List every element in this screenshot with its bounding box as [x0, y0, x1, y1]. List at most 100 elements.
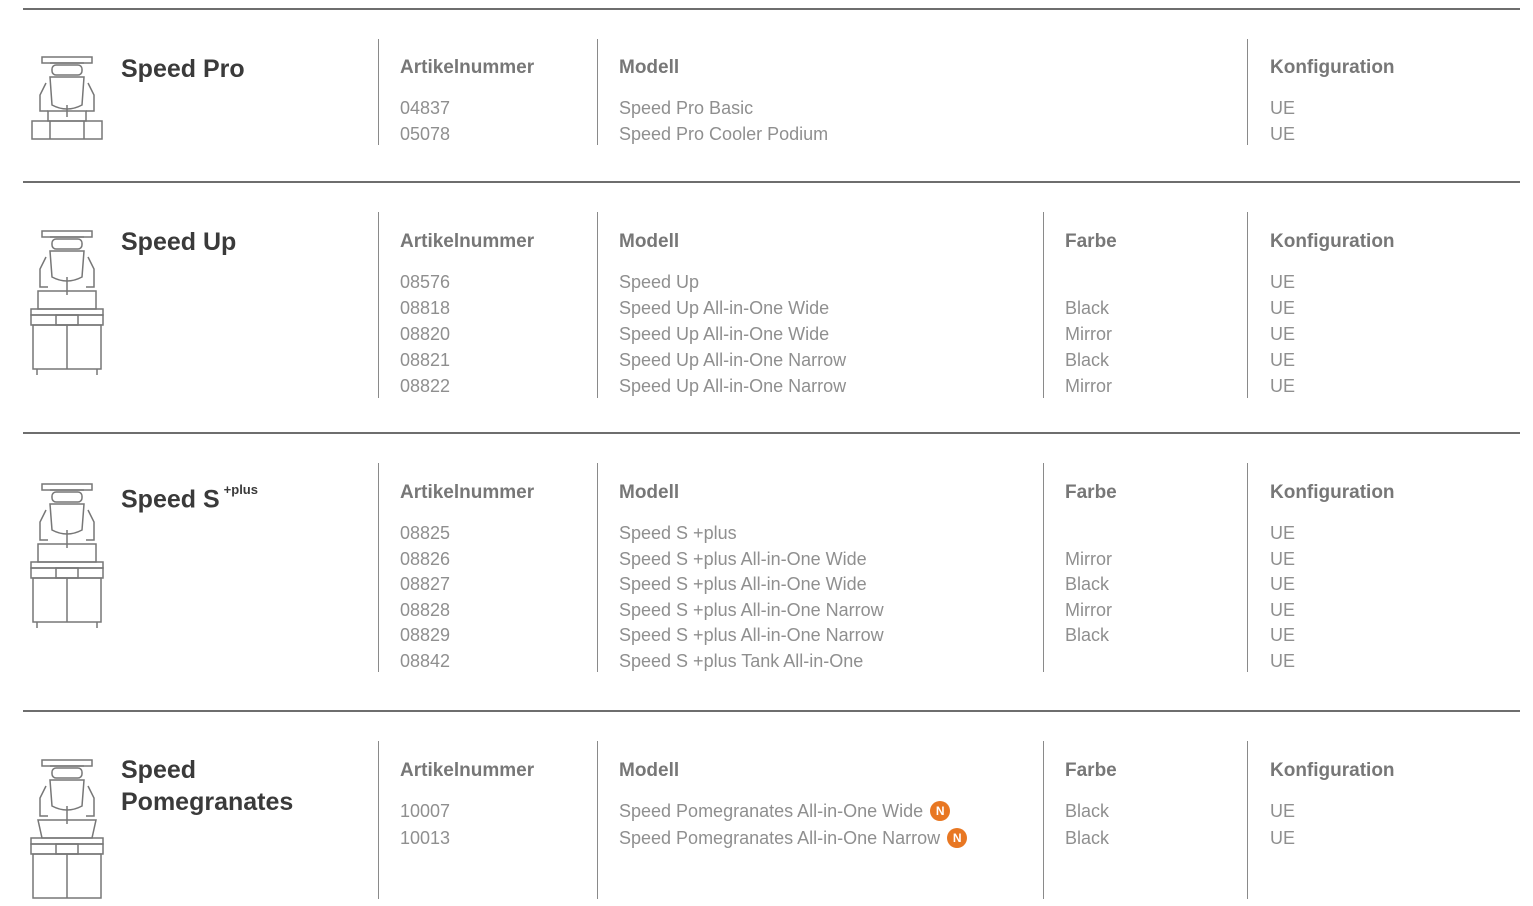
cell-modell: Speed Up All-in-One Wide — [619, 298, 830, 318]
cell-konfiguration: UE — [1270, 124, 1296, 144]
col-modell: Modell Speed S +plus Speed S +plus All-i… — [619, 482, 884, 673]
cell-konfiguration: UE — [1270, 376, 1296, 396]
section-title-line1: Speed — [121, 756, 197, 784]
cell-konfiguration: UE — [1270, 324, 1296, 344]
cell-farbe: Mirror — [1065, 548, 1112, 569]
cell-modell: Speed Pro Basic — [619, 98, 754, 118]
section-divider — [23, 710, 1520, 712]
header-artikelnummer: Artikelnummer — [400, 760, 535, 781]
col-farbe: Farbe Black Black — [1065, 760, 1117, 852]
header-artikelnummer: Artikelnummer — [400, 482, 535, 503]
column-divider — [597, 39, 598, 145]
section-title: Speed Up — [121, 228, 237, 256]
column-divider — [1043, 212, 1044, 398]
col-konfiguration: Konfiguration UE UE — [1270, 760, 1395, 852]
column-divider — [597, 463, 598, 672]
cell-farbe: Black — [1065, 574, 1110, 594]
cell-farbe — [1065, 269, 1117, 295]
table-row: Speed Pomegranates All-in-One Narrow N — [619, 825, 968, 852]
cell-modell: Speed S +plus All-in-One Wide — [619, 574, 867, 594]
cell-konfiguration: UE — [1270, 548, 1296, 569]
cell-artikelnummer: 08842 — [400, 650, 451, 671]
column-divider — [597, 212, 598, 398]
header-konfiguration: Konfiguration — [1270, 231, 1395, 252]
juicer-cabinet-icon — [28, 229, 106, 377]
cell-artikelnummer: 05078 — [400, 124, 451, 144]
cell-farbe: Black — [1065, 625, 1110, 645]
col-farbe: Farbe Mirror Black Mirror Black — [1065, 482, 1117, 673]
header-konfiguration: Konfiguration — [1270, 57, 1395, 78]
column-divider — [597, 741, 598, 899]
col-artikelnummer: Artikelnummer 08825 08826 08827 08828 08… — [400, 482, 534, 673]
header-farbe: Farbe — [1065, 760, 1117, 781]
cell-modell: Speed Up All-in-One Wide — [619, 324, 830, 344]
col-konfiguration: Konfiguration UE UE UE UE UE UE — [1270, 482, 1395, 673]
cell-modell: Speed S +plus All-in-One Wide — [619, 548, 867, 569]
cell-modell: Speed S +plus All-in-One Narrow — [619, 625, 884, 645]
section-speed-pro: Speed Pro Artikelnummer 04837 05078 Mode… — [0, 8, 1533, 178]
cell-modell: Speed Up All-in-One Narrow — [619, 350, 847, 370]
col-modell: Modell Speed Pro Basic Speed Pro Cooler … — [619, 57, 828, 147]
cell-konfiguration: UE — [1270, 98, 1296, 118]
cell-farbe: Mirror — [1065, 324, 1112, 344]
section-speed-up: Speed Up Artikelnummer 08576 08818 08820… — [0, 181, 1533, 431]
col-artikelnummer: Artikelnummer 08576 08818 08820 08821 08… — [400, 231, 534, 399]
col-artikelnummer: Artikelnummer 10007 10013 — [400, 760, 534, 852]
header-farbe: Farbe — [1065, 231, 1117, 252]
cell-farbe: Black — [1065, 350, 1110, 370]
cell-artikelnummer: 08820 — [400, 324, 451, 344]
juicer-countertop-icon — [28, 55, 106, 145]
header-konfiguration: Konfiguration — [1270, 760, 1395, 781]
cell-farbe: Mirror — [1065, 599, 1112, 620]
table-row: Speed Pomegranates All-in-One Wide N — [619, 798, 967, 825]
col-artikelnummer: Artikelnummer 04837 05078 — [400, 57, 534, 147]
cell-konfiguration: UE — [1270, 298, 1296, 318]
cell-artikelnummer: 08818 — [400, 298, 451, 318]
col-modell: Modell Speed Pomegranates All-in-One Wid… — [619, 760, 968, 852]
cell-modell: Speed Pomegranates All-in-One Narrow — [619, 828, 941, 848]
cell-artikelnummer: 08825 — [400, 523, 451, 543]
cell-konfiguration: UE — [1270, 828, 1296, 848]
section-title-superscript: +plus — [223, 482, 258, 497]
column-divider — [378, 39, 379, 145]
cell-konfiguration: UE — [1270, 650, 1296, 671]
cell-artikelnummer: 04837 — [400, 98, 451, 118]
col-konfiguration: Konfiguration UE UE — [1270, 57, 1395, 147]
header-farbe: Farbe — [1065, 482, 1117, 503]
cell-artikelnummer: 08827 — [400, 574, 451, 594]
cell-artikelnummer: 10013 — [400, 828, 451, 848]
section-title: Speed Pomegranates — [121, 754, 293, 818]
cell-konfiguration: UE — [1270, 272, 1296, 292]
cell-artikelnummer: 10007 — [400, 801, 451, 821]
col-farbe: Farbe Black Mirror Black Mirror — [1065, 231, 1117, 399]
juicer-cabinet-icon — [28, 482, 106, 630]
col-modell: Modell Speed Up Speed Up All-in-One Wide… — [619, 231, 846, 399]
col-konfiguration: Konfiguration UE UE UE UE UE — [1270, 231, 1395, 399]
section-divider — [23, 432, 1520, 434]
header-modell: Modell — [619, 482, 680, 503]
cell-artikelnummer: 08822 — [400, 376, 451, 396]
cell-konfiguration: UE — [1270, 625, 1296, 645]
column-divider — [1043, 463, 1044, 672]
cell-modell: Speed S +plus — [619, 523, 737, 543]
cell-farbe: Black — [1065, 298, 1110, 318]
cell-modell: Speed Up — [619, 272, 700, 292]
section-title: Speed Pro — [121, 55, 245, 83]
header-modell: Modell — [619, 57, 680, 78]
column-divider — [378, 463, 379, 672]
column-divider — [1247, 463, 1248, 672]
cell-farbe — [1065, 648, 1117, 674]
juicer-cabinet-icon — [28, 758, 106, 906]
header-artikelnummer: Artikelnummer — [400, 231, 535, 252]
cell-artikelnummer: 08829 — [400, 625, 451, 645]
cell-konfiguration: UE — [1270, 599, 1296, 620]
cell-farbe: Black — [1065, 828, 1110, 848]
column-divider — [1247, 212, 1248, 398]
header-konfiguration: Konfiguration — [1270, 482, 1395, 503]
cell-konfiguration: UE — [1270, 574, 1296, 594]
cell-konfiguration: UE — [1270, 523, 1296, 543]
column-divider — [378, 212, 379, 398]
section-divider — [23, 181, 1520, 183]
new-badge: N — [947, 828, 968, 848]
header-artikelnummer: Artikelnummer — [400, 57, 535, 78]
